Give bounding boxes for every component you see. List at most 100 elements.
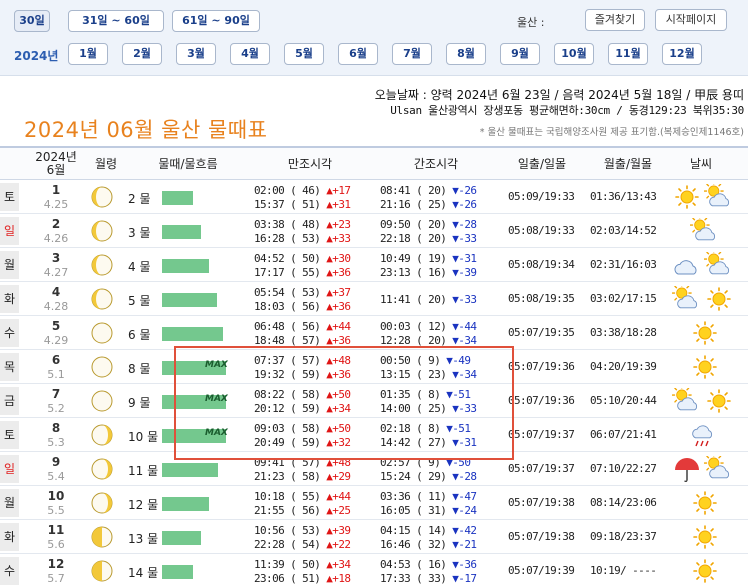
high-tide-2: 15:37 ( 51): [254, 198, 321, 211]
day-number: 5: [51, 319, 61, 333]
moon-phase-icon: [90, 287, 114, 311]
partly-cloudy-icon: [703, 453, 734, 482]
low-tide-2: 16:05 ( 31): [380, 504, 447, 517]
lunar-date: 4.28: [43, 300, 69, 313]
range-31-60-button[interactable]: 31일 ~ 60일: [68, 10, 164, 32]
month-1-button[interactable]: 1월: [68, 43, 108, 65]
high-tide-2: 17:17 ( 55): [254, 266, 321, 279]
partly-cloudy-icon: [703, 181, 734, 210]
range-61-90-button[interactable]: 61일 ~ 90일: [172, 10, 260, 32]
low-tide-1: 11:41 ( 20): [380, 293, 447, 306]
lunar-date: 5.2: [47, 402, 65, 415]
high-tide-1: 03:38 ( 48): [254, 218, 321, 231]
month-12-button[interactable]: 12월: [662, 43, 702, 65]
lunar-date: 5.7: [47, 572, 65, 585]
lunar-date: 4.29: [43, 334, 69, 347]
sunrise-sunset: 05:08/19:35: [508, 292, 575, 305]
sun-icon: [690, 490, 720, 516]
high-tide-2-diff: ▲+36: [326, 266, 351, 279]
month-11-button[interactable]: 11월: [608, 43, 648, 65]
high-tide-1: 02:00 ( 46): [254, 184, 321, 197]
low-tide-1: 03:36 ( 11): [380, 490, 447, 503]
month-6-button[interactable]: 6월: [338, 43, 378, 65]
month-4-button[interactable]: 4월: [230, 43, 270, 65]
high-tide-1-diff: ▲+44: [326, 320, 351, 333]
tide-flow-bar: [162, 259, 209, 273]
tide-flow-bar: [162, 327, 223, 341]
high-tide-2-diff: ▲+22: [326, 538, 351, 551]
col-moon-age: 월령: [94, 156, 118, 171]
weekday: 화: [0, 285, 19, 313]
table-row: 월 10 5.5 12 물 10:18 ( 55) ▲+44 21:55 ( 5…: [0, 486, 748, 520]
tide-flow-bar: [162, 463, 218, 477]
sunrise-sunset: 05:07/19:35: [508, 326, 575, 339]
high-tide-1-diff: ▲+30: [326, 252, 351, 265]
sun-icon: [690, 524, 720, 550]
tide-flow-bar: [162, 565, 193, 579]
moon-phase-icon: [90, 185, 114, 209]
moonrise-moonset: 02:31/16:03: [590, 258, 657, 271]
sun-icon: [672, 184, 702, 210]
high-tide-1-diff: ▲+17: [326, 184, 351, 197]
high-tide-1: 05:54 ( 53): [254, 286, 321, 299]
lunar-date: 5.6: [47, 538, 65, 551]
month-9-button[interactable]: 9월: [500, 43, 540, 65]
month-10-button[interactable]: 10월: [554, 43, 594, 65]
sunrise-sunset: 05:07/19:38: [508, 496, 575, 509]
moon-phase-icon: [90, 389, 114, 413]
favorite-button[interactable]: 즐겨찾기: [585, 9, 645, 31]
low-tide-2: 16:46 ( 32): [380, 538, 447, 551]
table-row: 수 5 4.29 6 물 06:48 ( 56) ▲+44 18:48 ( 57…: [0, 316, 748, 350]
weekday: 토: [0, 183, 19, 211]
table-row: 일 2 4.26 3 물 03:38 ( 48) ▲+23 16:28 ( 53…: [0, 214, 748, 248]
range-30-button[interactable]: 30일: [14, 10, 50, 32]
col-sun: 일출/일몰: [517, 156, 567, 171]
day-number: 3: [51, 251, 61, 265]
high-tide-2-diff: ▲+36: [326, 300, 351, 313]
weekday: 일: [0, 455, 19, 483]
month-8-button[interactable]: 8월: [446, 43, 486, 65]
moon-phase-icon: [90, 457, 114, 481]
month-5-button[interactable]: 5월: [284, 43, 324, 65]
high-tide-1-diff: ▲+23: [326, 218, 351, 231]
year-label: 2024년: [14, 49, 59, 63]
tide-phase: 12 물: [128, 498, 159, 512]
tide-phase: 5 물: [128, 294, 151, 308]
high-tide-1: 10:18 ( 55): [254, 490, 321, 503]
low-tide-1-diff: ▼-42: [452, 524, 477, 537]
day-number: 4: [51, 285, 61, 299]
sun-icon: [704, 286, 734, 312]
day-number: 9: [51, 455, 61, 469]
high-tide-2-diff: ▲+18: [326, 572, 351, 585]
lunar-date: 4.27: [43, 266, 69, 279]
homepage-button[interactable]: 시작페이지: [655, 9, 727, 31]
low-tide-2-diff: ▼-24: [452, 504, 477, 517]
low-tide-1-diff: ▼-28: [452, 218, 477, 231]
high-tide-2-diff: ▲+29: [326, 470, 351, 483]
sunrise-sunset: 05:08/19:33: [508, 224, 575, 237]
low-tide-1: 04:15 ( 14): [380, 524, 447, 537]
sunrise-sunset: 05:09/19:33: [508, 190, 575, 203]
page-title: 2024년 06월 울산 물때표: [24, 118, 268, 142]
month-2-button[interactable]: 2월: [122, 43, 162, 65]
weekday: 월: [0, 251, 19, 279]
moonrise-moonset: 09:18/23:37: [590, 530, 657, 543]
weekday: 목: [0, 353, 19, 381]
tide-flow-bar: [162, 191, 193, 205]
sunrise-sunset: 05:07/19:36: [508, 394, 575, 407]
low-tide-2-diff: ▼-21: [452, 538, 477, 551]
low-tide-1-diff: ▼-47: [452, 490, 477, 503]
low-tide-1: 04:53 ( 16): [380, 558, 447, 571]
month-3-button[interactable]: 3월: [176, 43, 216, 65]
col-high-tide: 만조시각: [287, 156, 333, 171]
moonrise-moonset: 04:20/19:39: [590, 360, 657, 373]
sunrise-sunset: 05:07/19:39: [508, 564, 575, 577]
low-tide-2-diff: ▼-28: [452, 470, 477, 483]
low-tide-1: 10:49 ( 19): [380, 252, 447, 265]
tide-phase: 10 물: [128, 430, 159, 444]
tide-phase: 4 물: [128, 260, 151, 274]
col-low-tide: 간조시각: [413, 156, 459, 171]
moonrise-moonset: 03:02/17:15: [590, 292, 657, 305]
month-7-button[interactable]: 7월: [392, 43, 432, 65]
low-tide-2: 17:33 ( 33): [380, 572, 447, 585]
